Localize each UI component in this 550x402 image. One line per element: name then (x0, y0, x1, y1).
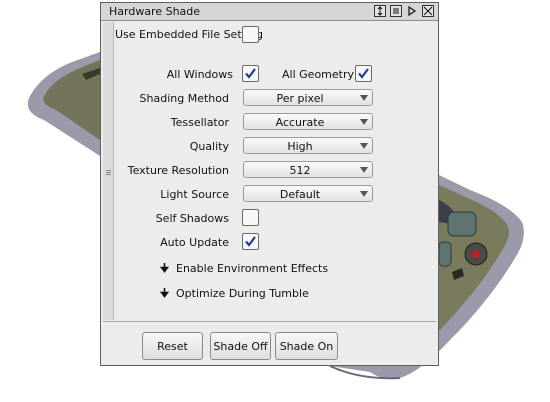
chevron-down-icon (360, 143, 368, 149)
shade-off-button[interactable]: Shade Off (210, 332, 271, 360)
use-embedded-label: Use Embedded File Setting (115, 28, 263, 41)
section-label: Optimize During Tumble (176, 287, 309, 300)
shade-on-button[interactable]: Shade On (275, 332, 338, 360)
panel-title: Hardware Shade (109, 5, 201, 18)
title-bar[interactable]: Hardware Shade (101, 3, 438, 21)
close-icon[interactable] (422, 5, 434, 17)
quality-value: High (287, 140, 313, 153)
section-environment-effects[interactable]: Enable Environment Effects (159, 262, 328, 275)
light-source-value: Default (279, 188, 321, 201)
drag-rail[interactable] (103, 22, 114, 320)
reset-button[interactable]: Reset (142, 332, 203, 360)
light-source-label: Light Source (160, 188, 229, 201)
all-geometry-label: All Geometry (282, 68, 354, 81)
quality-label: Quality (189, 140, 229, 153)
chevron-down-icon (360, 95, 368, 101)
tessellator-label: Tessellator (170, 116, 229, 129)
tessellator-value: Accurate (275, 116, 325, 129)
texture-resolution-value: 512 (289, 164, 311, 177)
chevron-down-icon (360, 191, 368, 197)
self-shadows-label: Self Shadows (155, 212, 229, 225)
shading-method-label: Shading Method (139, 92, 229, 105)
shading-method-dropdown[interactable]: Per pixel (243, 89, 373, 106)
resize-vertical-icon[interactable] (374, 5, 386, 17)
arrow-down-icon (159, 263, 170, 273)
shading-method-value: Per pixel (276, 92, 324, 105)
tessellator-dropdown[interactable]: Accurate (243, 113, 373, 130)
divider (103, 321, 436, 322)
light-source-dropdown[interactable]: Default (243, 185, 373, 202)
quality-dropdown[interactable]: High (243, 137, 373, 154)
menu-list-icon[interactable] (390, 5, 402, 17)
section-label: Enable Environment Effects (176, 262, 329, 275)
hardware-shade-panel: Hardware Shade Use Embedded File Setting… (100, 2, 439, 366)
auto-update-checkbox[interactable] (242, 233, 259, 250)
auto-update-label: Auto Update (160, 236, 229, 249)
chevron-down-icon (360, 167, 368, 173)
all-geometry-checkbox[interactable] (355, 65, 372, 82)
chevron-down-icon (360, 119, 368, 125)
all-windows-checkbox[interactable] (242, 65, 259, 82)
play-triangle-icon[interactable] (406, 5, 418, 17)
arrow-down-icon (159, 288, 170, 298)
texture-resolution-dropdown[interactable]: 512 (243, 161, 373, 178)
section-optimize-tumble[interactable]: Optimize During Tumble (159, 287, 309, 300)
texture-resolution-label: Texture Resolution (127, 164, 229, 177)
use-embedded-checkbox[interactable] (242, 26, 259, 43)
grip-icon[interactable] (106, 170, 111, 171)
all-windows-label: All Windows (166, 68, 233, 81)
self-shadows-checkbox[interactable] (242, 209, 259, 226)
